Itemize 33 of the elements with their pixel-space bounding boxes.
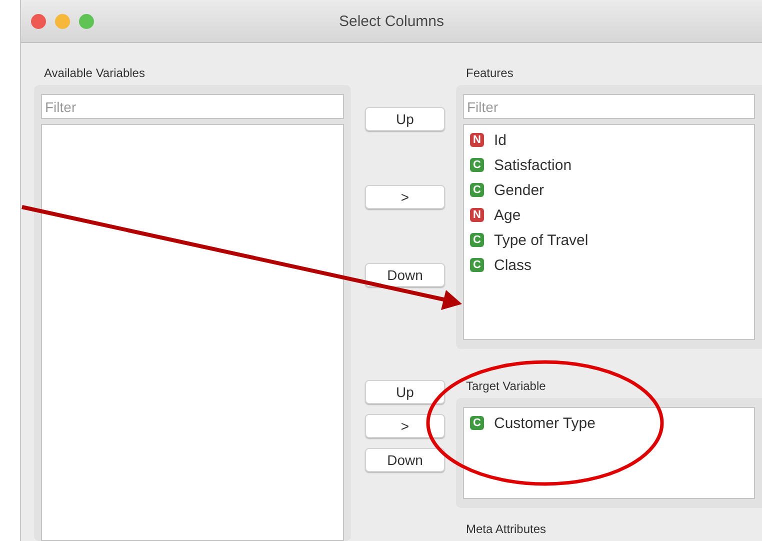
type-badge: N	[470, 133, 484, 147]
window-title: Select Columns	[338, 12, 444, 30]
variable-list[interactable]: N Id C Satisfaction C Gender N Age C Type of Travel C Class	[463, 124, 755, 340]
filter-field[interactable]: Filter	[41, 94, 344, 119]
variable-list[interactable]	[41, 124, 344, 541]
move-button[interactable]: Down	[365, 448, 445, 472]
minimize-icon[interactable]	[55, 14, 70, 28]
variable-name[interactable]: Class	[494, 256, 532, 274]
type-badge: C	[470, 416, 484, 430]
section-title: Available Variables	[43, 66, 145, 82]
section-title: Target Variable	[465, 379, 546, 395]
variable-name[interactable]: Satisfaction	[494, 156, 572, 174]
variable-list[interactable]: C Customer Type	[463, 407, 755, 499]
type-badge: C	[470, 158, 484, 172]
section-title: Features	[465, 66, 514, 82]
move-button[interactable]: Up	[365, 380, 445, 404]
variable-name[interactable]: Age	[494, 206, 521, 224]
move-button[interactable]: >	[365, 414, 445, 438]
type-badge: C	[470, 183, 484, 197]
type-badge: C	[470, 233, 484, 247]
type-badge: C	[470, 258, 484, 272]
variable-name[interactable]: Customer Type	[494, 414, 596, 432]
section-title: Meta Attributes	[465, 522, 546, 538]
zoom-icon[interactable]	[79, 14, 94, 28]
variable-name[interactable]: Id	[494, 132, 507, 148]
move-button[interactable]: Up	[365, 107, 445, 131]
move-button[interactable]: Down	[365, 263, 445, 287]
move-button[interactable]: >	[365, 185, 445, 209]
filter-field[interactable]: Filter	[463, 94, 755, 119]
variable-name[interactable]: Gender	[494, 182, 544, 198]
close-icon[interactable]	[31, 14, 46, 28]
type-badge: N	[470, 208, 484, 222]
variable-name[interactable]: Type of Travel	[494, 232, 588, 248]
